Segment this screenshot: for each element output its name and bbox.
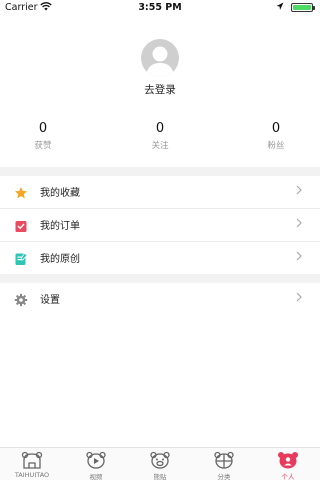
status-bar: Carrier 3:55 PM [0,0,320,15]
chevron-right-icon [296,217,302,231]
order-icon [14,218,28,232]
battery-fill [293,5,311,10]
location-arrow-icon [276,2,284,14]
profile-header: 去登录 [0,15,320,115]
menu-item-original[interactable]: 我的原创 [0,242,320,274]
menu-item-favorites[interactable]: 我的收藏 [0,176,320,208]
stat-following-label: 关注 [151,141,169,151]
tab-profile[interactable]: 个人 [256,448,320,480]
tab-label: 分类 [217,473,231,480]
stat-followers-label: 粉丝 [267,141,285,151]
menu-item-label: 设置 [40,295,60,306]
stat-likes-label: 获赞 [34,141,52,151]
category-bear-icon [212,451,236,469]
avatar-placeholder-icon [146,46,174,77]
avatar[interactable] [141,39,179,77]
chevron-right-icon [296,250,302,264]
original-icon [14,251,28,265]
section-gap [0,167,320,176]
status-time: 3:55 PM [138,2,182,13]
stat-following-value: 0 [155,121,165,136]
battery-tip [313,6,315,10]
profile-bear-icon [276,451,300,469]
tab-label: 个人 [281,473,295,480]
menu-item-label: 我的收藏 [40,188,80,199]
tab-video[interactable]: 视频 [64,448,128,480]
tab-bar: TAIHUITAO 视频 熊贴 分类 个人 [0,447,320,480]
stats-row: 0 获赞 0 关注 0 粉丝 [0,120,320,160]
section-gap [0,274,320,283]
tab-category[interactable]: 分类 [192,448,256,480]
stat-likes[interactable]: 0 获赞 [3,120,83,152]
taihuitao-bear-icon [20,451,44,469]
tab-label: TAIHUITAO [14,471,50,479]
stat-followers[interactable]: 0 粉丝 [236,120,316,152]
battery-icon [291,3,313,12]
post-bear-icon [148,451,172,469]
stat-following[interactable]: 0 关注 [120,120,200,152]
chevron-right-icon [296,184,302,198]
chevron-right-icon [296,291,302,305]
menu-item-settings[interactable]: 设置 [0,283,320,315]
tab-post[interactable]: 熊贴 [128,448,192,480]
menu-item-label: 我的订单 [40,221,80,232]
star-icon [14,185,28,199]
tab-label: 视频 [89,473,103,480]
menu-item-orders[interactable]: 我的订单 [0,209,320,241]
stat-followers-value: 0 [271,121,281,136]
menu-item-label: 我的原创 [40,254,80,265]
gear-icon [14,292,28,307]
login-link[interactable]: 去登录 [0,82,320,97]
stat-likes-value: 0 [38,121,48,136]
tab-label: 熊贴 [153,473,167,480]
tab-taihuitao[interactable]: TAIHUITAO [0,448,64,480]
video-bear-icon [84,451,108,469]
